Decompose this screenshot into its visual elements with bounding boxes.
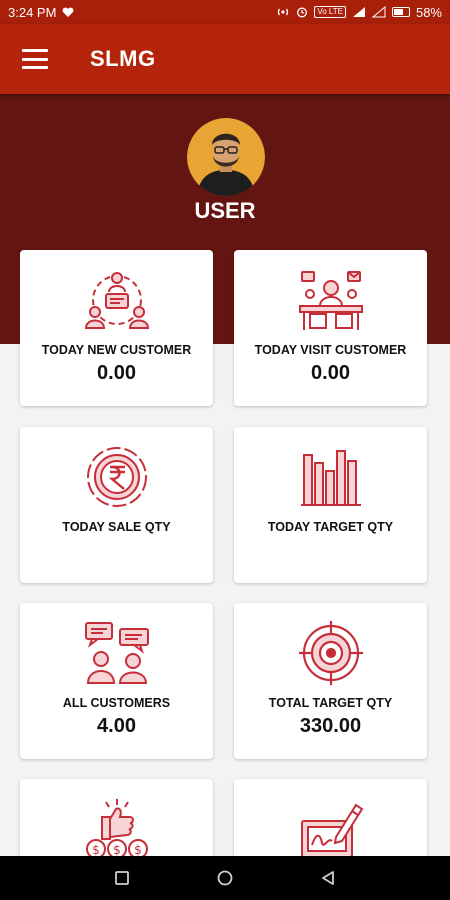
rupee-coin-icon [86, 447, 147, 507]
app-title: SLMG [90, 46, 156, 71]
card-today-sale-qty[interactable]: TODAY SALE QTY [20, 427, 213, 583]
avatar[interactable] [187, 118, 265, 196]
card-label: TOTAL TARGET QTY [268, 696, 393, 710]
bar-chart-icon [300, 450, 361, 506]
sign-document-icon [300, 803, 363, 858]
card-value: 0.00 [97, 362, 136, 384]
card-today-visit-customer[interactable]: TODAY VISIT CUSTOMER 0.00 [234, 250, 427, 406]
recents-icon[interactable] [107, 863, 137, 893]
thumbs-up-money-icon: $ $ $ [85, 799, 148, 859]
visit-desk-icon [298, 271, 363, 330]
card-label: TODAY SALE QTY [62, 520, 171, 534]
card-label: TODAY VISIT CUSTOMER [254, 343, 407, 357]
home-icon[interactable] [210, 863, 240, 893]
card-label: ALL CUSTOMERS [62, 696, 171, 710]
card-today-new-customer[interactable]: TODAY NEW CUSTOMER 0.00 [20, 250, 213, 406]
profile-name: USER [194, 198, 256, 223]
heart-notification-icon [63, 7, 74, 17]
card-today-target-qty[interactable]: TODAY TARGET QTY [234, 427, 427, 583]
signal-icon [352, 7, 365, 17]
card-value: 0.00 [311, 362, 350, 384]
signal-weak-icon [371, 6, 386, 18]
card-label: TODAY NEW CUSTOMER [41, 343, 192, 357]
alarm-icon [297, 7, 308, 18]
volte-badge: Vo LTE [314, 6, 346, 18]
customers-chat-icon [84, 622, 149, 684]
customer-network-icon [84, 272, 149, 329]
svg-text:$: $ [134, 843, 142, 857]
card-all-customers[interactable]: ALL CUSTOMERS 4.00 [20, 603, 213, 759]
card-value: 330.00 [299, 715, 362, 737]
navigation-bar [0, 856, 450, 900]
card-total-target-qty[interactable]: TOTAL TARGET QTY 330.00 [234, 603, 427, 759]
battery-percent: 58% [415, 4, 442, 20]
status-bar: 3:24 PM Vo LTE 58% [0, 0, 450, 24]
target-icon [298, 621, 363, 685]
svg-text:$: $ [92, 843, 100, 857]
card-value: 4.00 [97, 715, 136, 737]
card-label: TODAY TARGET QTY [267, 520, 394, 534]
menu-icon[interactable] [22, 49, 48, 69]
status-time: 3:24 PM [8, 4, 57, 20]
back-icon[interactable] [313, 863, 343, 893]
svg-text:$: $ [113, 843, 121, 857]
hotspot-icon [278, 8, 289, 16]
app-bar: SLMG [0, 24, 450, 94]
battery-icon [391, 7, 410, 17]
